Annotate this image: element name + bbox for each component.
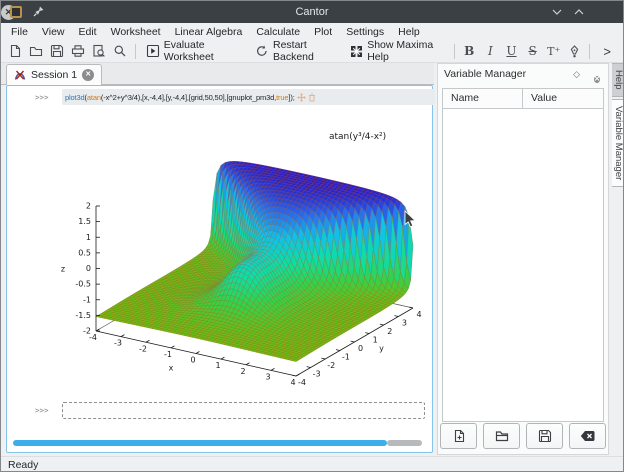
- load-variables-button[interactable]: [483, 423, 520, 449]
- save-icon: [538, 429, 552, 443]
- tabbar: Session 1 ✕: [1, 63, 434, 85]
- scrollbar-track[interactable]: [387, 440, 422, 446]
- text-color-icon: [568, 45, 581, 58]
- menu-help[interactable]: Help: [391, 26, 427, 38]
- cantor-window: Cantor ✕ File View Edit Worksheet Linear…: [0, 0, 624, 472]
- horizontal-scrollbar[interactable]: [13, 440, 422, 447]
- evaluate-icon: [146, 44, 160, 58]
- underline-button[interactable]: U: [502, 41, 521, 61]
- print-button[interactable]: [68, 41, 87, 61]
- bold-icon: B: [460, 44, 478, 58]
- variable-manager-header[interactable]: Variable Manager ◇ ✕: [438, 64, 608, 86]
- menu-plot[interactable]: Plot: [307, 26, 339, 38]
- status-text: Ready: [8, 459, 38, 471]
- new-document-icon: [8, 44, 22, 58]
- superscript-button[interactable]: T⁺: [544, 41, 563, 61]
- menu-calculate[interactable]: Calculate: [249, 26, 307, 38]
- strikethrough-button[interactable]: S: [523, 41, 542, 61]
- column-header-name[interactable]: Name: [443, 89, 523, 108]
- show-maxima-help-button[interactable]: Show Maxima Help: [345, 41, 449, 61]
- statusbar: Ready: [1, 456, 623, 472]
- side-tab-strip: Help Variable Manager: [612, 63, 624, 187]
- menu-linear-algebra[interactable]: Linear Algebra: [168, 26, 250, 38]
- print-preview-button[interactable]: [90, 41, 109, 61]
- toolbar-separator: [454, 44, 455, 59]
- tab-session-1[interactable]: Session 1 ✕: [6, 64, 102, 85]
- command-prompt: >>>: [35, 93, 49, 102]
- plot-title: atan(y³/4-x²): [329, 132, 429, 142]
- maxima-help-icon: [350, 45, 363, 58]
- pin-icon[interactable]: [33, 5, 45, 18]
- maximize-button[interactable]: [571, 4, 587, 20]
- italic-icon: I: [481, 44, 499, 58]
- find-button[interactable]: [111, 41, 130, 61]
- italic-button[interactable]: I: [481, 41, 500, 61]
- print-preview-icon: [92, 44, 106, 58]
- toolbar-separator: [589, 44, 590, 59]
- print-icon: [71, 44, 85, 58]
- strikethrough-icon: S: [524, 44, 542, 58]
- menu-worksheet[interactable]: Worksheet: [104, 26, 168, 38]
- text-color-button[interactable]: [565, 41, 584, 61]
- menu-view[interactable]: View: [35, 26, 72, 38]
- search-icon: [113, 44, 127, 58]
- toolbar: Evaluate Worksheet Restart Backend Show …: [1, 40, 623, 63]
- window-title: Cantor: [1, 6, 623, 18]
- titlebar[interactable]: Cantor ✕: [1, 1, 623, 23]
- side-tab-help[interactable]: Help: [612, 63, 624, 97]
- save-icon: [50, 44, 64, 58]
- restart-icon: [255, 44, 269, 58]
- minimize-button[interactable]: [549, 4, 565, 20]
- mouse-cursor: [404, 210, 417, 229]
- toolbar-overflow-chevron[interactable]: >: [595, 44, 619, 59]
- column-header-value[interactable]: Value: [523, 89, 557, 108]
- empty-command-entry[interactable]: [62, 402, 425, 419]
- bold-button[interactable]: B: [460, 41, 479, 61]
- restart-label: Restart Backend: [273, 39, 338, 63]
- command-entry[interactable]: plot3d(atan(-x^2+y^3/4),[x,-4,4],[y,-4,4…: [62, 89, 435, 105]
- evaluate-worksheet-button[interactable]: Evaluate Worksheet: [141, 41, 248, 61]
- app-icon: [10, 6, 22, 18]
- new-worksheet-button[interactable]: [5, 41, 24, 61]
- command-text: plot3d: [65, 93, 85, 102]
- menu-edit[interactable]: Edit: [72, 26, 104, 38]
- remove-entry-icon[interactable]: [308, 93, 316, 102]
- toolbar-separator: [135, 44, 136, 59]
- menubar: File View Edit Worksheet Linear Algebra …: [1, 23, 623, 40]
- folder-icon: [29, 44, 43, 58]
- worksheet[interactable]: >>> plot3d(atan(-x^2+y^3/4),[x,-4,4],[y,…: [6, 85, 433, 453]
- new-variable-button[interactable]: [440, 423, 477, 449]
- variable-table: Name Value: [442, 88, 604, 422]
- empty-command-prompt: >>>: [35, 406, 49, 415]
- evaluate-label: Evaluate Worksheet: [164, 39, 243, 63]
- tab-close-icon[interactable]: ✕: [82, 69, 94, 81]
- drag-entry-icon[interactable]: [297, 93, 306, 102]
- variable-manager-title: Variable Manager: [444, 68, 526, 80]
- underline-icon: U: [502, 44, 520, 58]
- tab-label: Session 1: [31, 69, 77, 81]
- superscript-icon: T⁺: [545, 45, 563, 58]
- new-variable-icon: [452, 429, 466, 443]
- float-panel-icon[interactable]: ◇: [573, 69, 580, 80]
- side-tab-variable-manager[interactable]: Variable Manager: [612, 99, 624, 187]
- restart-backend-button[interactable]: Restart Backend: [250, 41, 343, 61]
- clear-variables-button[interactable]: [569, 423, 606, 449]
- maxima-session-icon: [14, 69, 26, 81]
- panel-close-icon[interactable]: ✕: [594, 68, 600, 86]
- save-variables-button[interactable]: [526, 423, 563, 449]
- variable-manager-panel: Variable Manager ◇ ✕ Name Value: [437, 63, 609, 455]
- menu-file[interactable]: File: [4, 26, 35, 38]
- save-button[interactable]: [47, 41, 66, 61]
- scrollbar-slider[interactable]: [13, 440, 387, 446]
- plot-canvas: [31, 111, 431, 401]
- clear-icon: [580, 430, 595, 442]
- folder-icon: [495, 429, 509, 443]
- maxima-help-label: Show Maxima Help: [367, 39, 444, 63]
- menu-settings[interactable]: Settings: [339, 26, 391, 38]
- open-button[interactable]: [26, 41, 45, 61]
